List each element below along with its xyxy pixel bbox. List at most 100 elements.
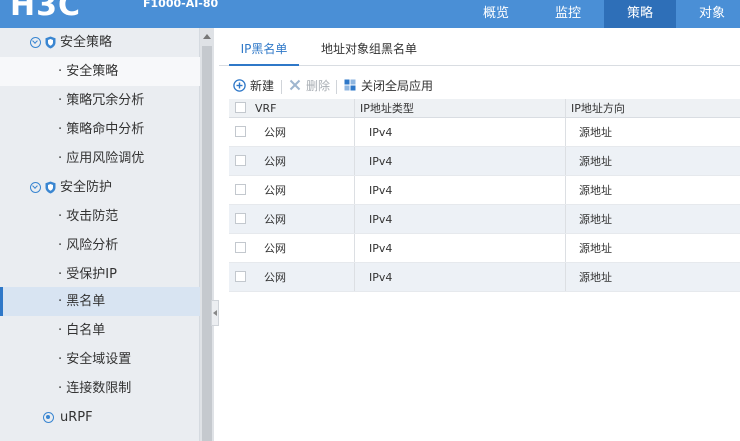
sidebar-item-protected-ip[interactable]: · 受保护IP (0, 260, 200, 289)
column-divider (354, 205, 355, 233)
sidebar-scrollbar[interactable] (200, 28, 214, 441)
cell-vrf: 公网 (264, 184, 286, 197)
sidebar-item-app-risk-tuning[interactable]: · 应用风险调优 (0, 144, 200, 173)
table-row[interactable]: 公网 IPv4 源地址 (229, 205, 740, 234)
sidebar-item-zone-settings[interactable]: · 安全域设置 (0, 345, 200, 374)
tab-label: IP黑名单 (240, 42, 288, 56)
row-checkbox[interactable] (235, 271, 246, 282)
sidebar-item-risk-analysis[interactable]: · 风险分析 (0, 231, 200, 260)
column-divider (565, 263, 566, 291)
cell-vrf: 公网 (264, 271, 286, 284)
column-divider (565, 118, 566, 146)
row-checkbox[interactable] (235, 184, 246, 195)
nav-policy[interactable]: 策略 (604, 0, 676, 28)
select-all-checkbox[interactable] (235, 102, 246, 113)
column-divider (565, 99, 566, 117)
nav-label: 策略 (626, 6, 653, 21)
tab-label: 地址对象组黑名单 (320, 42, 417, 56)
column-divider (354, 176, 355, 204)
sidebar-item-whitelist[interactable]: · 白名单 (0, 316, 200, 345)
close-icon (289, 79, 301, 91)
row-checkbox[interactable] (235, 242, 246, 253)
scrollbar-thumb[interactable] (202, 46, 212, 441)
table-row[interactable]: 公网 IPv4 源地址 (229, 234, 740, 263)
sidebar-item-redundancy-analysis[interactable]: · 策略冗余分析 (0, 86, 200, 115)
column-divider (354, 234, 355, 262)
sidebar-item-label: · 策略命中分析 (58, 122, 145, 137)
brand-logo: H3C (10, 0, 81, 23)
sidebar-item-label: · 策略冗余分析 (58, 93, 145, 108)
column-header-direction[interactable]: IP地址方向 (571, 99, 625, 117)
sidebar-group-security-protection[interactable]: 安全防护 (0, 173, 200, 202)
nav-monitor[interactable]: 监控 (532, 0, 604, 28)
top-header: H3C F1000-AI-80 概览 监控 策略 对象 (0, 0, 740, 28)
tab-ip-blacklist[interactable]: IP黑名单 (229, 28, 299, 66)
cell-direction: 源地址 (579, 184, 612, 197)
row-checkbox[interactable] (235, 213, 246, 224)
sidebar-group-urpf[interactable]: uRPF (0, 403, 200, 432)
scroll-up-icon[interactable] (203, 34, 211, 39)
sidebar-item-connection-limit[interactable]: · 连接数限制 (0, 374, 200, 403)
cell-direction: 源地址 (579, 155, 612, 168)
toolbar-divider (281, 80, 282, 94)
table-row[interactable]: 公网 IPv4 源地址 (229, 176, 740, 205)
cell-ip-type: IPv4 (369, 126, 393, 139)
grid-icon (344, 79, 356, 91)
toolbar: 新建 删除 关闭全局应用 (219, 74, 740, 98)
table-row[interactable]: 公网 IPv4 源地址 (229, 147, 740, 176)
disable-global-button[interactable]: 关闭全局应用 (344, 74, 444, 98)
toolbar-divider (336, 80, 337, 94)
main-content: IP黑名单 地址对象组黑名单 新建 删除 关闭全局应用 VRF IP地址类型 I… (219, 28, 740, 441)
column-divider (565, 205, 566, 233)
sidebar-item-security-policy[interactable]: · 安全策略 (0, 57, 200, 86)
nav-object[interactable]: 对象 (676, 0, 740, 28)
column-divider (565, 147, 566, 175)
nav-label: 对象 (698, 6, 725, 21)
sidebar-group-security-policy[interactable]: 安全策略 (0, 28, 200, 57)
sidebar-item-label: · 黑名单 (58, 294, 106, 309)
sidebar-group-label: 安全策略 (60, 35, 113, 50)
delete-button[interactable]: 删除 (289, 74, 335, 98)
cell-vrf: 公网 (264, 213, 286, 226)
table-row[interactable]: 公网 IPv4 源地址 (229, 263, 740, 292)
delete-button-label: 删除 (306, 79, 331, 93)
tab-address-group-blacklist[interactable]: 地址对象组黑名单 (307, 28, 431, 66)
sidebar-item-label: · 白名单 (58, 323, 106, 338)
sidebar-item-label: · 连接数限制 (58, 381, 132, 396)
cell-ip-type: IPv4 (369, 242, 393, 255)
column-header-ip-type[interactable]: IP地址类型 (360, 99, 414, 117)
column-divider (354, 263, 355, 291)
dot-circle-icon (43, 412, 54, 423)
collapse-icon[interactable] (30, 182, 41, 193)
column-divider (354, 118, 355, 146)
column-divider (565, 176, 566, 204)
sidebar-group-label: 安全防护 (60, 180, 113, 195)
cell-vrf: 公网 (264, 126, 286, 139)
collapse-icon[interactable] (30, 37, 41, 48)
nav-overview[interactable]: 概览 (460, 0, 532, 28)
row-checkbox[interactable] (235, 126, 246, 137)
column-header-vrf[interactable]: VRF (255, 99, 277, 117)
new-button[interactable]: 新建 (233, 74, 279, 98)
table-header: VRF IP地址类型 IP地址方向 (229, 99, 740, 118)
cell-vrf: 公网 (264, 155, 286, 168)
row-checkbox[interactable] (235, 155, 246, 166)
cell-direction: 源地址 (579, 242, 612, 255)
cell-ip-type: IPv4 (369, 271, 393, 284)
sidebar-item-hit-analysis[interactable]: · 策略命中分析 (0, 115, 200, 144)
sidebar-item-label: · 安全域设置 (58, 352, 132, 367)
sidebar-item-blacklist[interactable]: · 黑名单 (0, 287, 200, 316)
add-icon (233, 79, 246, 92)
sidebar: 安全策略 · 安全策略 · 策略冗余分析 · 策略命中分析 · 应用风险调优 安… (0, 28, 200, 441)
shield-icon (45, 181, 56, 194)
sidebar-item-attack-defense[interactable]: · 攻击防范 (0, 202, 200, 231)
table-row[interactable]: 公网 IPv4 源地址 (229, 118, 740, 147)
shield-icon (45, 36, 56, 49)
column-divider (565, 234, 566, 262)
disable-global-label: 关闭全局应用 (361, 79, 434, 93)
column-divider (354, 147, 355, 175)
cell-vrf: 公网 (264, 242, 286, 255)
sidebar-item-label: · 攻击防范 (58, 209, 119, 224)
sidebar-collapse-handle[interactable] (211, 300, 219, 326)
cell-direction: 源地址 (579, 213, 612, 226)
